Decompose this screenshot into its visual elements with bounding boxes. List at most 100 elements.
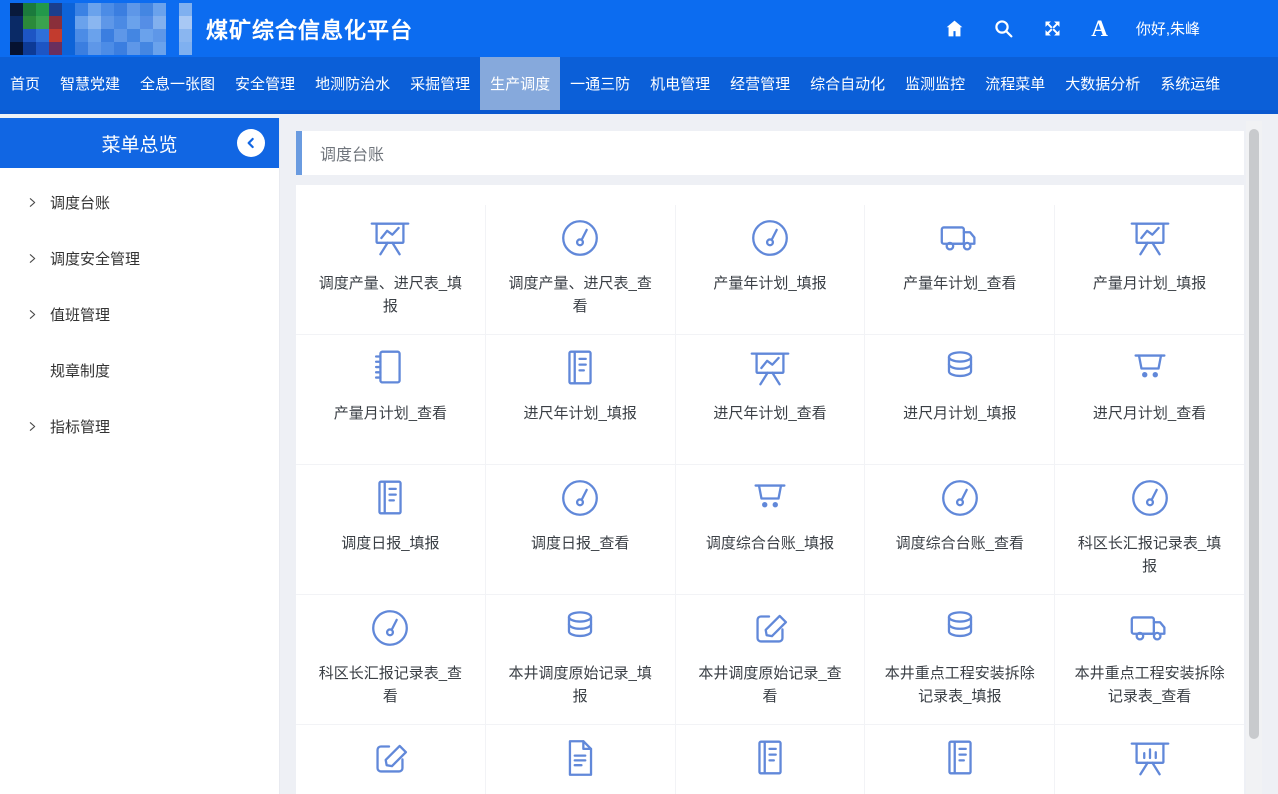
sidebar-item[interactable]: 指标管理 [0,398,279,454]
menu-card[interactable]: 进尺月计划_查看 [1055,335,1244,464]
nav-tab[interactable]: 智慧党建 [50,57,130,110]
nav-tab[interactable]: 机电管理 [640,57,720,110]
sidebar-collapse-button[interactable] [237,129,265,157]
menu-card[interactable]: 产量月计划_填报 [1055,205,1244,334]
ledger-icon [367,475,413,521]
nav-tab[interactable]: 全息一张图 [130,57,225,110]
database-icon [937,345,983,391]
nav-tab[interactable]: 系统运维 [1150,57,1230,110]
nav-tab-active[interactable]: 生产调度 [480,57,560,110]
nav-tab[interactable]: 监测监控 [895,57,975,110]
menu-card[interactable]: 产量月计划_查看 [296,335,485,464]
logo-pixel [127,16,140,29]
sidebar-item[interactable]: 调度安全管理 [0,230,279,286]
sidebar-item[interactable]: 调度台账 [0,174,279,230]
logo-pixel [75,3,88,16]
database-icon [557,605,603,651]
menu-card[interactable]: 本井重点工程安装拆除记录表_填报 [865,595,1054,724]
search-icon[interactable] [993,18,1014,39]
logo-pixel [166,42,179,55]
logo-pixel [49,29,62,42]
edit-icon [367,735,413,781]
logo-pixel [127,3,140,16]
menu-card[interactable]: 科区长汇报记录表_查看 [296,595,485,724]
gauge-icon [1127,475,1173,521]
home-icon[interactable] [944,18,965,39]
nav-tab[interactable]: 地测防治水 [305,57,400,110]
logo-pixel [23,16,36,29]
logo-pixel [88,29,101,42]
logo-pixel [75,16,88,29]
menu-card[interactable]: 调度日报_填报 [296,465,485,594]
ledger-icon [557,345,603,391]
menu-card[interactable]: 本井调度原始记录_填报 [486,595,675,724]
menu-card[interactable]: 产量年计划_查看 [865,205,1054,334]
menu-card[interactable]: 科区长汇报记录表_填报 [1055,465,1244,594]
logo-pixel [10,29,23,42]
sidebar: 菜单总览 调度台账调度安全管理值班管理规章制度指标管理 [0,118,280,794]
logo-pixel [75,42,88,55]
ledger-icon [937,735,983,781]
menu-card[interactable]: 东井综合调度台账_填报 [1055,725,1244,794]
gauge-icon [557,215,603,261]
menu-card[interactable]: 本井重点工程安装拆除记录表_查看 [1055,595,1244,724]
logo-pixel [23,29,36,42]
logo-pixel [166,29,179,42]
menu-card[interactable]: 进尺年计划_查看 [676,335,865,464]
sidebar-header: 菜单总览 [0,118,279,168]
nav-tab[interactable]: 大数据分析 [1055,57,1150,110]
menu-card[interactable]: 进尺月计划_填报 [865,335,1054,464]
menu-card[interactable]: 本井调度原始记录_查看 [676,595,865,724]
logo-pixel [36,16,49,29]
font-size-icon[interactable]: A [1091,18,1108,39]
sidebar-item-label: 指标管理 [50,416,110,437]
menu-card[interactable]: 调度综合台账_查看 [865,465,1054,594]
menu-card-label: 进尺年计划_查看 [694,402,846,425]
app-logo-blurred [10,3,192,55]
logo-pixel [62,16,75,29]
logo-pixel [179,3,192,16]
menu-grid: 调度产量、进尺表_填报调度产量、进尺表_查看产量年计划_填报产量年计划_查看产量… [296,205,1244,794]
menu-card[interactable]: 东井调度原始记录_填报 [296,725,485,794]
logo-pixel [140,29,153,42]
sidebar-item-label: 规章制度 [50,360,110,381]
nav-tab[interactable]: 流程菜单 [975,57,1055,110]
logo-pixel [23,42,36,55]
menu-card[interactable]: 调度产量、进尺表_填报 [296,205,485,334]
nav-tab[interactable]: 采掘管理 [400,57,480,110]
logo-pixel [62,29,75,42]
nav-tab[interactable]: 首页 [0,57,50,110]
menu-card[interactable]: 调度产量、进尺表_查看 [486,205,675,334]
logo-pixel [10,3,23,16]
logo-pixel [153,3,166,16]
menu-card[interactable]: 东井销售调度日报_填报 [676,725,865,794]
menu-card[interactable]: 进尺年计划_填报 [486,335,675,464]
sidebar-item[interactable]: 值班管理 [0,286,279,342]
logo-pixel [88,42,101,55]
nav-tab[interactable]: 一通三防 [560,57,640,110]
menu-card[interactable]: 东井销售调度日报_查看 [865,725,1054,794]
fullscreen-icon[interactable] [1042,18,1063,39]
menu-card[interactable]: 调度日报_查看 [486,465,675,594]
cart-icon [747,475,793,521]
presentation-bar-chart-icon [1127,735,1173,781]
menu-card[interactable]: 产量年计划_填报 [676,205,865,334]
scrollbar-thumb[interactable] [1249,129,1259,739]
nav-tab[interactable]: 综合自动化 [800,57,895,110]
sidebar-item[interactable]: 规章制度 [0,342,279,398]
logo-pixel [101,3,114,16]
ledger-icon [747,735,793,781]
logo-pixel [49,16,62,29]
menu-card-label: 调度日报_查看 [504,532,656,555]
nav-tab[interactable]: 经营管理 [720,57,800,110]
menu-card-label: 科区长汇报记录表_填报 [1074,532,1226,579]
menu-card[interactable]: 东井调度原始记录_查看 [486,725,675,794]
truck-icon [1127,605,1173,651]
chevron-right-icon [26,364,39,377]
sidebar-item-label: 调度台账 [50,192,110,213]
logo-pixel [88,16,101,29]
nav-tab[interactable]: 安全管理 [225,57,305,110]
chevron-left-icon [243,135,259,151]
logo-pixel [101,29,114,42]
menu-card[interactable]: 调度综合台账_填报 [676,465,865,594]
